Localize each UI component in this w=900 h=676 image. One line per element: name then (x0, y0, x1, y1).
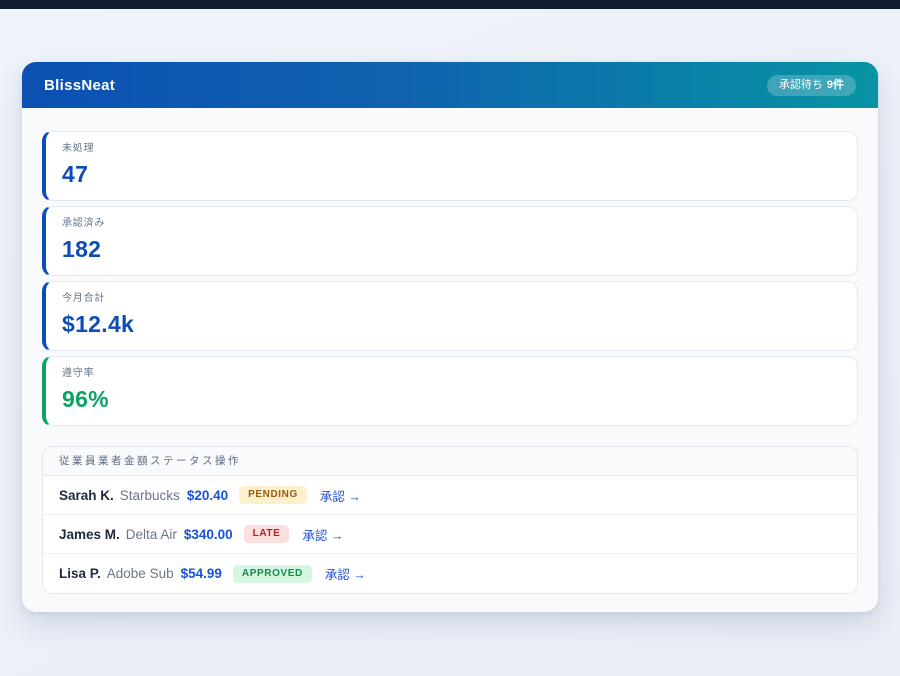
vendor-name: Adobe Sub (107, 566, 174, 581)
stat-value: 182 (62, 234, 841, 264)
approve-link[interactable]: 承認 → (325, 564, 366, 583)
vendor-name: Starbucks (120, 488, 180, 503)
approve-link[interactable]: 承認 → (302, 525, 343, 544)
col-action: 操作 (215, 455, 241, 467)
status-badge: PENDING (239, 486, 307, 504)
stat-value: 96% (62, 384, 841, 414)
col-amount: 金額 (124, 455, 150, 467)
stat-card-approved: 承認済み 182 (42, 206, 858, 276)
table-row: James M. Delta Air $340.00 LATE 承認 → (43, 515, 857, 554)
stat-value: $12.4k (62, 309, 841, 339)
employee-name: Lisa P. (59, 566, 101, 581)
stat-card-month-total: 今月合計 $12.4k (42, 281, 858, 351)
employee-name: Sarah K. (59, 488, 114, 503)
dashboard-card: BlissNeat 承認待ち 9件 未処理 47 承認済み 182 今月合計 $… (22, 62, 878, 612)
pending-count-value: 9件 (827, 80, 844, 91)
expense-amount: $20.40 (187, 488, 228, 503)
table-column-headers: 従業員業者金額ステータス操作 (43, 447, 857, 476)
stat-label: 承認済み (62, 218, 841, 230)
app-header: BlissNeat 承認待ち 9件 (22, 62, 878, 108)
stat-value: 47 (62, 159, 841, 189)
col-status: ステータス (150, 455, 215, 467)
pending-count-badge: 承認待ち 9件 (767, 75, 856, 96)
approve-link[interactable]: 承認 → (320, 486, 361, 505)
expense-table: 従業員業者金額ステータス操作 Sarah K. Starbucks $20.40… (42, 446, 858, 594)
stat-label: 今月合計 (62, 293, 841, 305)
expense-amount: $54.99 (181, 566, 222, 581)
col-employee: 従業員 (59, 455, 98, 467)
employee-name: James M. (59, 527, 120, 542)
stats-section: 未処理 47 承認済み 182 今月合計 $12.4k 遵守率 96% (22, 108, 878, 426)
vendor-name: Delta Air (126, 527, 177, 542)
stat-label: 未処理 (62, 143, 841, 155)
browser-top-bar (0, 0, 900, 9)
pending-count-label: 承認待ち (779, 80, 823, 91)
stat-card-unprocessed: 未処理 47 (42, 131, 858, 201)
table-row: Lisa P. Adobe Sub $54.99 APPROVED 承認 → (43, 554, 857, 593)
stat-card-compliance-rate: 遵守率 96% (42, 356, 858, 426)
stat-label: 遵守率 (62, 368, 841, 380)
status-badge: LATE (244, 525, 290, 543)
expense-amount: $340.00 (184, 527, 233, 542)
status-badge: APPROVED (233, 565, 312, 583)
col-vendor: 業者 (98, 455, 124, 467)
brand-title: BlissNeat (44, 77, 115, 94)
table-row: Sarah K. Starbucks $20.40 PENDING 承認 → (43, 476, 857, 515)
